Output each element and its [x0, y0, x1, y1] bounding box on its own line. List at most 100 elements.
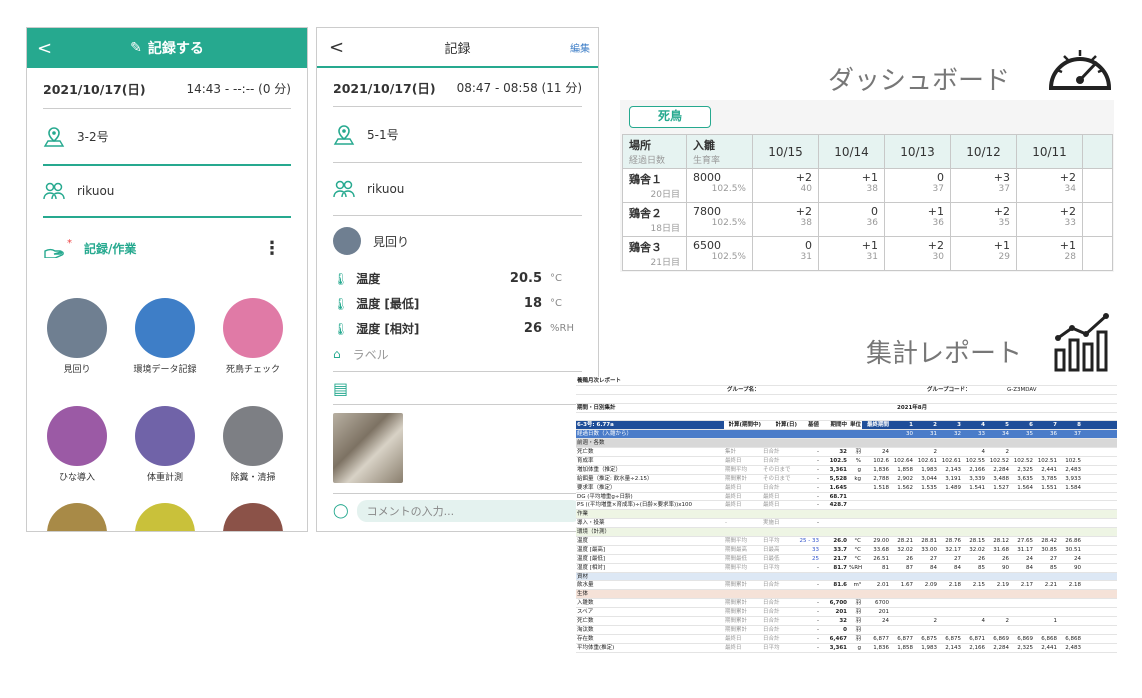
- sheet-cell: [1034, 573, 1058, 581]
- date-row: 2021/10/17(日) 08:47 - 08:58 (11 分): [317, 68, 598, 106]
- col-in-sub: 生育率: [693, 156, 721, 166]
- back-icon[interactable]: <: [37, 38, 52, 59]
- sheet-cell: [938, 528, 962, 536]
- period-label: 期間・日別集計: [577, 404, 616, 411]
- record-date: 2021/10/17(日): [333, 80, 436, 96]
- sheet-cell: [1010, 590, 1034, 598]
- sheet-cell: 1.645: [829, 484, 847, 491]
- daily-delta: +1: [861, 239, 878, 252]
- sheet-cell: 2: [933, 449, 938, 456]
- activity-icon-6[interactable]: [47, 503, 107, 531]
- sheet-cell: 1.67: [900, 582, 913, 589]
- activity-icon-1[interactable]: [135, 298, 195, 358]
- sheet-cell: [1034, 519, 1058, 527]
- measure-unit: %RH: [550, 323, 574, 334]
- sheet-cell: [914, 501, 938, 509]
- sheet-cell: %: [855, 458, 861, 465]
- place-row[interactable]: 3-2号: [27, 109, 307, 164]
- edit-button[interactable]: 編集: [570, 40, 590, 55]
- sheet-cell: [914, 573, 938, 581]
- sheet-cell: g: [857, 644, 862, 651]
- sheet-cell: [890, 608, 914, 616]
- sheet-cell: 6,875: [945, 635, 961, 642]
- sheet-cell: 平均体重(推定): [577, 644, 615, 651]
- sheet-cell: 日合計: [763, 618, 780, 625]
- sheet-cell: 102.64: [893, 458, 913, 465]
- date-row[interactable]: 2021/10/17(日) 14:43 - --:-- (0 分): [27, 68, 307, 108]
- sheet-cell: 1.489: [945, 484, 961, 491]
- sheet-cell: [1058, 519, 1082, 527]
- sheet-cell: 存在数: [577, 635, 594, 642]
- activity-icon-3[interactable]: [47, 406, 107, 466]
- sheet-cell: 最終日: [725, 644, 742, 651]
- sheet-cell: [724, 439, 762, 447]
- activity-label: 見回り: [63, 365, 91, 375]
- sheet-cell: [798, 573, 820, 581]
- sheet-cell: 24: [1026, 555, 1033, 562]
- section-row: * 記録/作業 ⋮: [27, 218, 307, 278]
- place-row: 5-1号: [317, 107, 598, 162]
- sheet-cell: その日まで: [763, 475, 791, 482]
- tag-row[interactable]: ⌂ ラベル: [317, 341, 598, 367]
- sheet-cell: [938, 590, 962, 598]
- back-icon[interactable]: <: [329, 37, 344, 58]
- activity-icon-8[interactable]: [223, 503, 283, 531]
- sheet-cell: [862, 590, 890, 598]
- sheet-cell: 温度: [577, 538, 589, 545]
- sheet-cell: [1010, 519, 1034, 527]
- activity-icon-2[interactable]: [223, 298, 283, 358]
- sheet-cell: 4: [981, 618, 986, 625]
- sheet-cell: 6,871: [969, 635, 985, 642]
- activity-icon-4[interactable]: [135, 406, 195, 466]
- activity-row: 見回り: [317, 216, 598, 266]
- table-row[interactable]: 鶏舎１ 20日目 8000 102.5% +2 40 +1 38 0 37 +3 37 +2 34: [622, 168, 1113, 203]
- sheet-cell: 33.68: [873, 546, 889, 553]
- activity-icon-5[interactable]: [223, 406, 283, 466]
- sheet-body: 6-3号: 6.77a 計算(期間中) 計算(日) 基値 期間中 単位 最終期間 1 2 3 4 5 6…: [576, 421, 1117, 653]
- sheet-cell: 6,467: [829, 635, 847, 642]
- detail-header: < 記録 編集: [317, 28, 598, 68]
- daily-delta: +2: [1059, 171, 1076, 184]
- sheet-cell: 102.61: [941, 458, 961, 465]
- col-in: 入雛: [693, 139, 715, 152]
- sheet-cell: 羽: [855, 635, 861, 642]
- comment-input[interactable]: コメントの入力...: [356, 500, 582, 522]
- group-label: グループ名：: [727, 386, 760, 393]
- user-row[interactable]: rikuou: [27, 166, 307, 216]
- sheet-cell: [962, 599, 986, 607]
- sheet-cell: 期間最低: [725, 555, 748, 562]
- daily-delta: +1: [927, 205, 944, 218]
- photo-thumbnail[interactable]: [333, 413, 403, 483]
- sheet-cell: 26.0: [833, 538, 847, 545]
- measure-value: 20.5: [509, 271, 542, 286]
- sheet-cell: [962, 519, 986, 527]
- sheet-cell: 31.68: [993, 546, 1009, 553]
- sheet-row: 温度 [最低] 期間最低 日最低 25 21.7 °C 26.51 26 27 27 26 26 24 2…: [576, 555, 1117, 564]
- sheet-cell: 2.18: [948, 582, 961, 589]
- sheet-cell: 32.17: [945, 546, 961, 553]
- sheet-cell: 2,441: [1041, 466, 1057, 473]
- sheet-cell: 201: [835, 609, 847, 616]
- sheet-cell: [820, 573, 848, 581]
- note-row[interactable]: ▤: [317, 372, 598, 404]
- sheet-cell: [1010, 573, 1034, 581]
- activity-icon-7[interactable]: [135, 503, 195, 531]
- measure-unit: °C: [550, 298, 562, 309]
- table-row[interactable]: 鶏舎３ 21日目 6500 102.5% 0 31 +1 31 +2 30 +1 29 +1 28: [622, 236, 1113, 271]
- table-row[interactable]: 鶏舎２ 18日目 7800 102.5% +2 38 0 36 +1 36 +2 35 +2 33: [622, 202, 1113, 237]
- sheet-cell: 6,869: [993, 635, 1009, 642]
- tab-dead-birds[interactable]: 死鳥: [629, 106, 711, 128]
- sheet-cell: 6,868: [1065, 635, 1081, 642]
- sheet-cell: [914, 626, 938, 634]
- sheet-cell: 2.15: [972, 582, 985, 589]
- sheet-cell: [986, 501, 1010, 509]
- sheet-cell: 日合計: [763, 609, 780, 616]
- sheet-cell: 1.535: [921, 484, 937, 491]
- more-vertical-icon[interactable]: ⋮: [263, 238, 281, 259]
- sheet-cell: 84: [954, 564, 961, 571]
- activity-icon-0[interactable]: [47, 298, 107, 358]
- sheet-cell: 81.7: [833, 564, 847, 571]
- sheet-cell: [848, 573, 862, 581]
- thermometer-icon: 🌡︎: [333, 321, 349, 336]
- sheet-cell: 31.17: [1017, 546, 1033, 553]
